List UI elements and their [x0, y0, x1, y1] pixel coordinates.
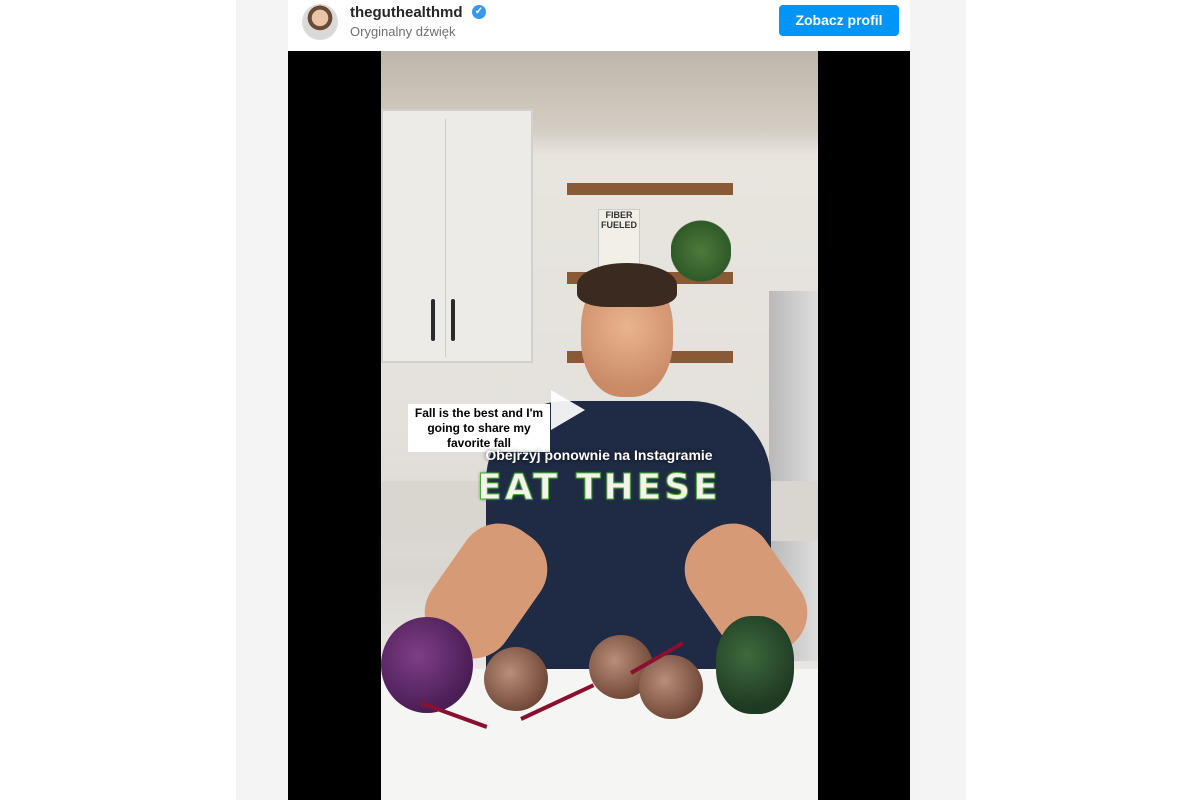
- instagram-embed: theguthealthmd ✓ Oryginalny dźwięk Zobac…: [288, 0, 910, 800]
- post-header: theguthealthmd ✓ Oryginalny dźwięk Zobac…: [288, 0, 910, 50]
- plant: [671, 211, 731, 291]
- view-profile-button[interactable]: Zobacz profil: [779, 5, 899, 36]
- video-player[interactable]: FIBER FUELED Fall is the best and I'm go…: [288, 51, 910, 800]
- red-cabbage: [381, 617, 473, 713]
- acorn-squash: [716, 616, 794, 714]
- cabinet-divider: [445, 119, 446, 357]
- rewatch-link[interactable]: Obejrzyj ponownie na Instagramie: [288, 447, 910, 463]
- wall-shelf: [567, 183, 733, 195]
- book-title: FIBER FUELED: [601, 210, 637, 230]
- play-icon[interactable]: [551, 390, 585, 430]
- kitchen-cabinet: [381, 109, 533, 363]
- video-caption: Fall is the best and I'm going to share …: [408, 404, 550, 452]
- video-overlay-text: EAT THESE: [477, 467, 721, 509]
- beet: [484, 647, 548, 711]
- cabinet-handle: [431, 299, 435, 341]
- person-hair: [577, 263, 677, 307]
- audio-label[interactable]: Oryginalny dźwięk: [350, 24, 456, 39]
- verified-icon: ✓: [472, 5, 486, 19]
- video-frame: FIBER FUELED Fall is the best and I'm go…: [381, 51, 818, 800]
- avatar[interactable]: [302, 4, 338, 40]
- book: FIBER FUELED: [598, 209, 640, 271]
- cabinet-handle: [451, 299, 455, 341]
- page-background-right: [910, 0, 966, 800]
- username[interactable]: theguthealthmd: [350, 4, 463, 21]
